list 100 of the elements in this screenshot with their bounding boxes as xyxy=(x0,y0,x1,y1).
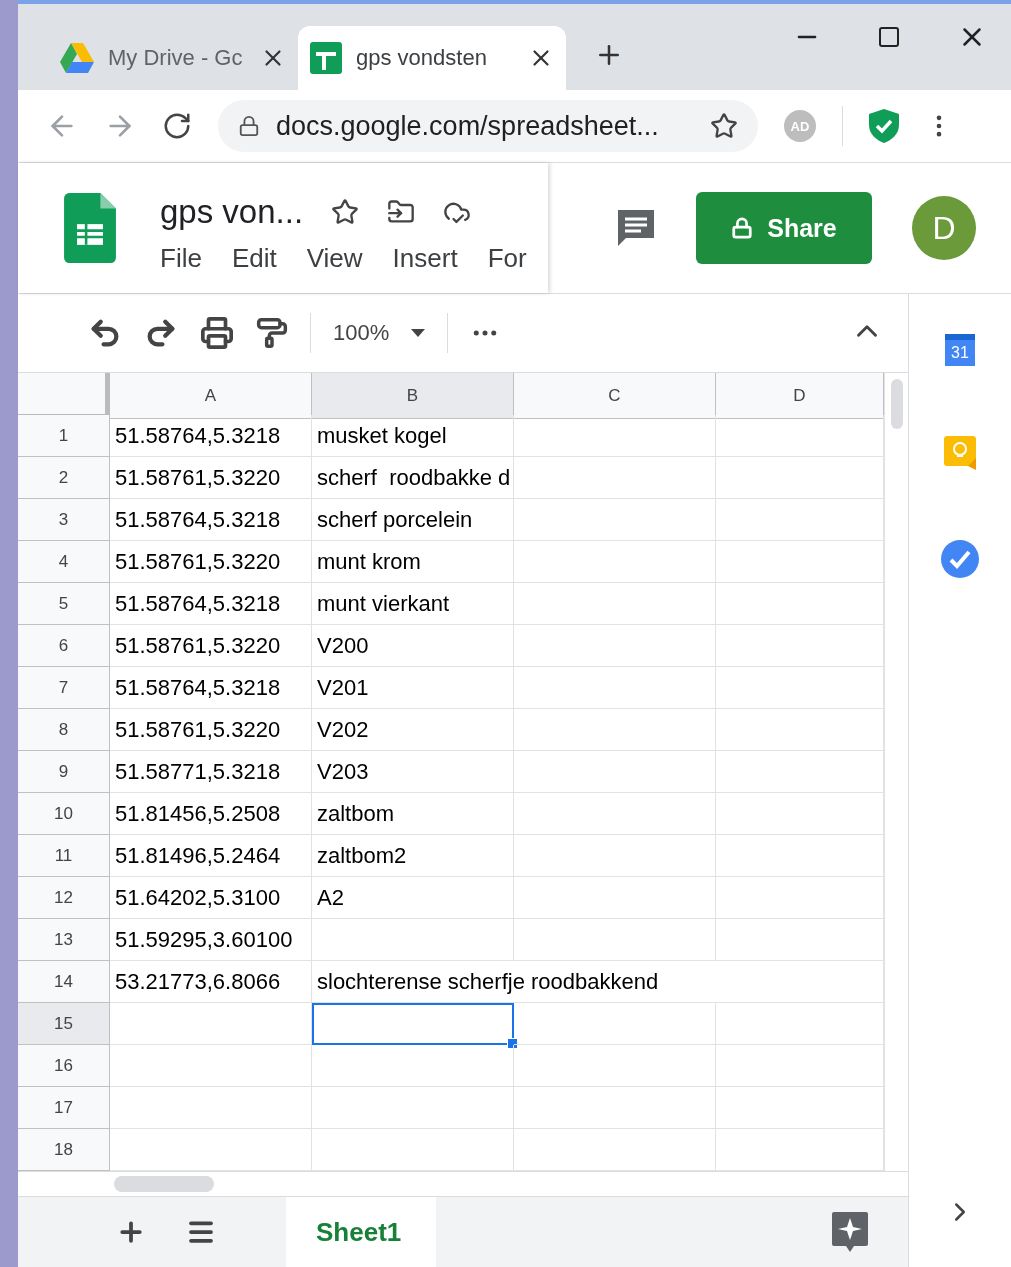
table-cell[interactable]: V200 xyxy=(312,625,514,667)
address-bar[interactable]: docs.google.com/spreadsheet... xyxy=(218,100,758,152)
table-cell[interactable]: 51.64202,5.3100 xyxy=(110,877,312,919)
empty-cell[interactable] xyxy=(716,541,884,583)
empty-cell[interactable] xyxy=(514,499,716,541)
share-button[interactable]: Share xyxy=(696,192,872,264)
table-cell[interactable]: zaltbom xyxy=(312,793,514,835)
lightbulb-icon[interactable] xyxy=(944,436,976,470)
table-cell[interactable]: 51.58771,5.3218 xyxy=(110,751,312,793)
menu-item[interactable]: Edit xyxy=(231,243,277,274)
row-number[interactable]: 7 xyxy=(18,667,110,709)
reload-icon[interactable] xyxy=(162,111,192,141)
row-number[interactable]: 3 xyxy=(18,499,110,541)
empty-cell[interactable] xyxy=(514,1045,716,1087)
empty-cell[interactable] xyxy=(716,1087,884,1129)
table-cell[interactable]: scherf roodbakke d xyxy=(312,457,514,499)
empty-cell[interactable] xyxy=(716,793,884,835)
table-cell[interactable]: 51.58764,5.3218 xyxy=(110,415,312,457)
row-number[interactable]: 2 xyxy=(18,457,110,499)
row-number[interactable]: 10 xyxy=(18,793,110,835)
empty-cell[interactable] xyxy=(514,835,716,877)
column-header[interactable]: A xyxy=(110,373,312,419)
empty-cell[interactable] xyxy=(514,667,716,709)
empty-cell[interactable] xyxy=(716,877,884,919)
empty-cell[interactable] xyxy=(716,751,884,793)
calendar-icon[interactable]: 31 xyxy=(945,334,975,366)
menu-item[interactable]: View xyxy=(306,243,363,274)
row-number[interactable]: 5 xyxy=(18,583,110,625)
empty-cell[interactable] xyxy=(514,541,716,583)
browser-tab[interactable]: gps vondsten xyxy=(298,26,566,90)
empty-cell[interactable] xyxy=(514,1003,716,1045)
browser-tab[interactable]: My Drive - Gc xyxy=(48,26,298,90)
empty-cell[interactable] xyxy=(716,1129,884,1171)
empty-cell[interactable] xyxy=(514,919,716,961)
empty-cell[interactable] xyxy=(312,919,514,961)
empty-cell[interactable] xyxy=(716,415,884,457)
fill-handle[interactable] xyxy=(507,1038,518,1049)
horizontal-scrollbar[interactable] xyxy=(18,1171,908,1197)
explore-icon[interactable] xyxy=(832,1212,868,1252)
empty-cell[interactable] xyxy=(716,499,884,541)
document-title[interactable]: gps von... xyxy=(160,193,304,231)
empty-cell[interactable] xyxy=(312,1045,514,1087)
table-cell[interactable]: 51.58761,5.3220 xyxy=(110,541,312,583)
table-cell[interactable]: 53.21773,6.8066 xyxy=(110,961,312,1003)
sheet-tab[interactable]: Sheet1 xyxy=(286,1197,436,1267)
row-number[interactable]: 16 xyxy=(18,1045,110,1087)
empty-cell[interactable] xyxy=(716,1045,884,1087)
paint-format-icon[interactable] xyxy=(256,317,288,349)
empty-cell[interactable] xyxy=(716,667,884,709)
empty-cell[interactable] xyxy=(312,1129,514,1171)
table-cell[interactable]: munt vierkant xyxy=(312,583,514,625)
row-number[interactable]: 13 xyxy=(18,919,110,961)
column-header[interactable]: B xyxy=(312,373,514,419)
row-number[interactable]: 17 xyxy=(18,1087,110,1129)
empty-cell[interactable] xyxy=(514,877,716,919)
table-cell[interactable]: zaltbom2 xyxy=(312,835,514,877)
dropdown-caret-icon[interactable] xyxy=(411,329,426,337)
table-cell[interactable]: A2 xyxy=(312,877,514,919)
menu-item[interactable]: Insert xyxy=(392,243,458,274)
table-cell[interactable]: 51.58761,5.3220 xyxy=(110,625,312,667)
table-cell[interactable]: 51.58764,5.3218 xyxy=(110,499,312,541)
table-cell[interactable]: 51.58764,5.3218 xyxy=(110,667,312,709)
table-cell[interactable]: 51.81496,5.2464 xyxy=(110,835,312,877)
row-number[interactable]: 14 xyxy=(18,961,110,1003)
empty-cell[interactable] xyxy=(514,1087,716,1129)
empty-cell[interactable] xyxy=(716,835,884,877)
empty-cell[interactable] xyxy=(514,793,716,835)
table-cell[interactable]: musket kogel xyxy=(312,415,514,457)
empty-cell[interactable] xyxy=(716,709,884,751)
empty-cell[interactable] xyxy=(716,919,884,961)
tasks-check-icon[interactable] xyxy=(941,540,979,578)
menu-item[interactable]: For xyxy=(487,243,527,274)
table-cell[interactable]: 51.58761,5.3220 xyxy=(110,457,312,499)
table-cell[interactable]: scherf porcelein xyxy=(312,499,514,541)
empty-cell[interactable] xyxy=(716,1003,884,1045)
row-number[interactable]: 9 xyxy=(18,751,110,793)
empty-cell[interactable] xyxy=(514,751,716,793)
star-icon[interactable] xyxy=(331,198,360,226)
empty-cell[interactable] xyxy=(514,457,716,499)
comment-icon[interactable] xyxy=(616,208,656,248)
row-number[interactable]: 6 xyxy=(18,625,110,667)
table-cell[interactable]: slochterense scherfje roodbakkend xyxy=(312,961,884,1003)
print-icon[interactable] xyxy=(200,316,234,350)
row-number[interactable]: 12 xyxy=(18,877,110,919)
menu-item[interactable]: File xyxy=(160,243,202,274)
row-number[interactable]: 18 xyxy=(18,1129,110,1171)
table-cell[interactable]: 51.59295,3.60100 xyxy=(110,919,312,961)
row-number[interactable]: 11 xyxy=(18,835,110,877)
empty-cell[interactable] xyxy=(514,709,716,751)
empty-cell[interactable] xyxy=(716,583,884,625)
table-cell[interactable]: 51.58764,5.3218 xyxy=(110,583,312,625)
empty-cell[interactable] xyxy=(514,583,716,625)
row-number[interactable]: 8 xyxy=(18,709,110,751)
empty-cell[interactable] xyxy=(514,625,716,667)
row-number[interactable]: 1 xyxy=(18,415,110,457)
empty-cell[interactable] xyxy=(312,1087,514,1129)
column-header[interactable]: D xyxy=(716,373,884,419)
row-number[interactable]: 4 xyxy=(18,541,110,583)
empty-cell[interactable] xyxy=(514,1129,716,1171)
shield-check-icon[interactable] xyxy=(869,109,899,143)
